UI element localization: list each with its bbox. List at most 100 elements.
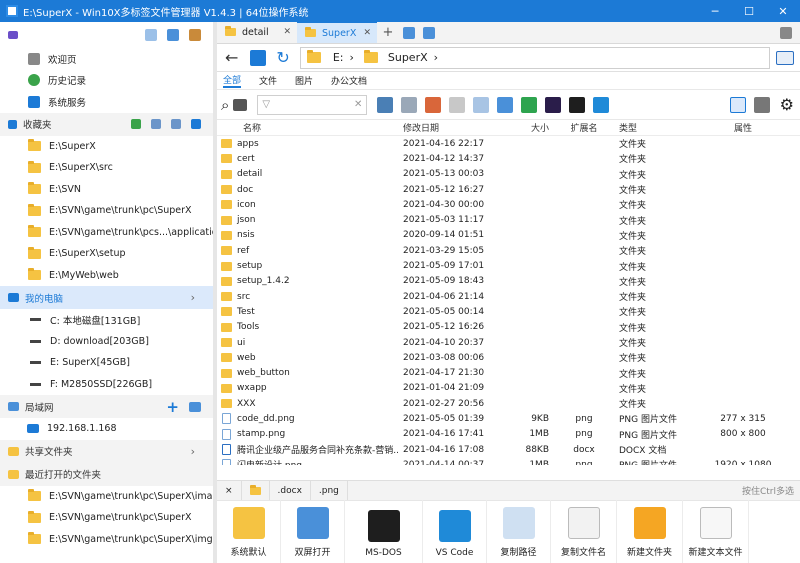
pycharm-icon[interactable] — [569, 96, 586, 113]
connect-icon[interactable] — [189, 401, 201, 412]
tab-detail[interactable]: detail ✕ — [217, 21, 297, 43]
file-row[interactable]: wxapp 2021-01-04 21:09 文件夹 — [217, 381, 800, 396]
folder-filter-tab[interactable] — [242, 480, 270, 501]
share-icon[interactable] — [403, 27, 415, 39]
column-ext[interactable]: 扩展名 — [557, 121, 611, 134]
docx-filter-tab[interactable]: .docx — [270, 480, 311, 501]
back-icon[interactable]: ← — [225, 48, 238, 67]
favorite-item[interactable]: E:\SuperX — [0, 136, 213, 158]
gear-icon[interactable]: ⚙ — [780, 95, 794, 114]
tab-superx[interactable]: SuperX ✕ — [297, 21, 377, 43]
dual-screen-button[interactable]: 双屏打开 — [281, 500, 345, 563]
clear-icon[interactable]: ✕ — [354, 99, 362, 110]
file-row[interactable]: web_button 2021-04-17 21:30 文件夹 — [217, 365, 800, 380]
drive-icon[interactable] — [250, 49, 267, 66]
file-row[interactable]: apps 2021-04-16 22:17 文件夹 — [217, 136, 800, 151]
file-row[interactable]: Tools 2021-05-12 16:26 文件夹 — [217, 320, 800, 335]
file-row[interactable]: ref 2021-03-29 15:05 文件夹 — [217, 243, 800, 258]
column-attr[interactable]: 属性 — [699, 121, 787, 134]
file-row[interactable]: setup 2021-05-09 17:01 文件夹 — [217, 258, 800, 273]
grid-view-icon[interactable] — [473, 96, 490, 113]
file-row[interactable]: web 2021-03-08 00:06 文件夹 — [217, 350, 800, 365]
column-date[interactable]: 修改日期 — [399, 121, 505, 134]
file-row[interactable]: cert 2021-04-12 14:37 文件夹 — [217, 151, 800, 166]
calendar-icon[interactable] — [425, 96, 442, 113]
chevron-right-icon[interactable]: › — [191, 445, 195, 458]
close-tab-icon[interactable]: ✕ — [363, 28, 371, 38]
file-row[interactable]: icon 2021-04-30 00:00 文件夹 — [217, 197, 800, 212]
drive-item[interactable]: F: M2850SSD[226GB] — [0, 374, 213, 396]
new-textfile-button[interactable]: 新建文本文件 — [683, 500, 749, 563]
filter-input[interactable]: ▽ ✕ — [257, 94, 368, 115]
bookmark-icon[interactable] — [189, 29, 201, 41]
photoshop-icon[interactable] — [545, 96, 562, 113]
file-row[interactable]: nsis 2020-09-14 01:51 文件夹 — [217, 228, 800, 243]
close-button[interactable]: ✕ — [766, 0, 800, 22]
address-bar[interactable]: E: › SuperX › — [299, 46, 770, 69]
file-row[interactable]: stamp.png 2021-04-16 17:41 1MB png PNG 图片文件 8… — [217, 427, 800, 442]
binoculars-icon[interactable] — [233, 98, 248, 111]
default-open-button[interactable]: 系统默认 — [217, 500, 281, 563]
menu-icon[interactable] — [8, 31, 18, 39]
lan-item[interactable]: 192.168.1.168 — [0, 418, 213, 440]
refresh-icon[interactable]: ↻ — [276, 48, 289, 67]
column-type[interactable]: 类型 — [611, 121, 699, 134]
sidebar-item-services[interactable]: 系统服务 — [0, 91, 213, 113]
filter-files[interactable]: 文件 — [259, 74, 277, 87]
open-icon[interactable] — [423, 27, 435, 39]
file-row[interactable]: ui 2021-04-10 20:37 文件夹 — [217, 335, 800, 350]
settings-icon[interactable] — [780, 27, 792, 39]
info-icon[interactable] — [497, 96, 514, 113]
sort-favorite-icon[interactable] — [171, 119, 181, 129]
copy-filename-button[interactable]: 复制文件名 — [551, 500, 617, 563]
list-view-icon[interactable] — [449, 96, 466, 113]
favorite-item[interactable]: E:\SVN\game\trunk\pc\SuperX — [0, 200, 213, 222]
file-row[interactable]: 闪电新设计.png 2021-04-14 00:37 1MB png PNG 图片文件 1… — [217, 457, 800, 465]
maximize-button[interactable]: ☐ — [732, 0, 766, 22]
minimize-button[interactable]: ─ — [698, 0, 732, 22]
file-row[interactable]: src 2021-04-06 21:14 文件夹 — [217, 289, 800, 304]
close-filter-button[interactable]: × — [217, 480, 242, 501]
chevron-right-icon[interactable]: › — [191, 291, 195, 304]
file-row[interactable]: Test 2021-05-05 00:14 文件夹 — [217, 304, 800, 319]
favorite-item[interactable]: E:\SVN — [0, 179, 213, 201]
file-row[interactable]: detail 2021-05-13 00:03 文件夹 — [217, 167, 800, 182]
drive-item[interactable]: C: 本地磁盘[131GB] — [0, 309, 213, 331]
close-tab-icon[interactable]: ✕ — [283, 27, 291, 37]
file-row[interactable]: setup_1.4.2 2021-05-09 18:43 文件夹 — [217, 274, 800, 289]
filter-images[interactable]: 图片 — [295, 74, 313, 87]
breadcrumb-folder[interactable]: SuperX — [388, 51, 428, 64]
vscode-button[interactable]: VS Code — [423, 500, 487, 563]
thumbnail-view-icon[interactable] — [753, 96, 770, 113]
new-folder-button[interactable]: 新建文件夹 — [617, 500, 683, 563]
file-row[interactable]: json 2021-05-03 11:17 文件夹 — [217, 212, 800, 227]
recent-item[interactable]: E:\SVN\game\trunk\pc\SuperX — [0, 507, 213, 529]
column-name[interactable]: 名称 — [217, 121, 399, 134]
lan-header[interactable]: 局域网 + — [0, 395, 213, 418]
search-icon[interactable]: ⌕ — [221, 96, 229, 114]
favorites-header[interactable]: 收藏夹 — [0, 112, 213, 136]
file-row[interactable]: code_dd.png 2021-05-05 01:39 9KB png PNG 图片文… — [217, 411, 800, 426]
png-filter-tab[interactable]: .png — [311, 480, 348, 501]
screen-icon[interactable] — [191, 119, 201, 129]
favorite-item[interactable]: E:\SVN\game\trunk\pcs...\application — [0, 222, 213, 244]
recent-item[interactable]: E:\SVN\game\trunk\pc\SuperX\image — [0, 486, 213, 508]
msdos-button[interactable]: MS-DOS — [345, 500, 423, 563]
add-favorite-icon[interactable] — [131, 119, 141, 129]
share-out-icon[interactable] — [521, 96, 538, 113]
drive-item[interactable]: E: SuperX[45GB] — [0, 352, 213, 374]
favorite-item[interactable]: E:\SuperX\src — [0, 157, 213, 179]
file-row[interactable]: XXX 2021-02-27 20:56 文件夹 — [217, 396, 800, 411]
file-row[interactable]: 腾讯企业级产品服务合同补充条款-营销... 2021-04-16 17:08 88K… — [217, 442, 800, 457]
column-size[interactable]: 大小 — [505, 121, 557, 134]
favorite-item[interactable]: E:\SuperX\setup — [0, 243, 213, 265]
drive-item[interactable]: D: download[203GB] — [0, 331, 213, 353]
sidebar-item-welcome[interactable]: 欢迎页 — [0, 48, 213, 70]
copy-tool-icon[interactable] — [401, 96, 418, 113]
add-icon[interactable]: + — [166, 398, 179, 416]
vscode-icon[interactable] — [593, 96, 610, 113]
recent-header[interactable]: 最近打开的文件夹 — [0, 462, 213, 486]
copy-path-button[interactable]: 复制路径 — [487, 500, 551, 563]
terminal-path-icon[interactable] — [776, 50, 794, 65]
details-view-icon[interactable] — [729, 96, 746, 113]
